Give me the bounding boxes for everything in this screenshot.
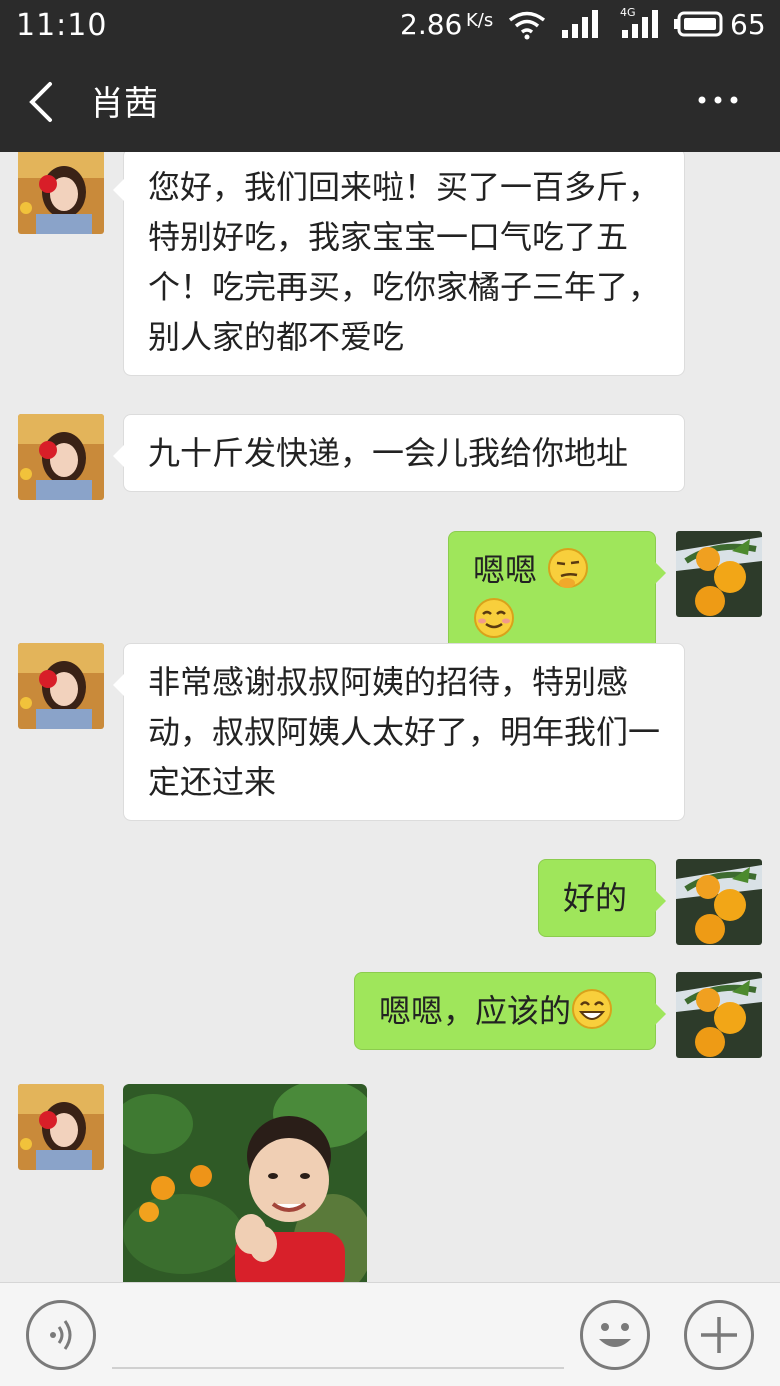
message-text: 好的 (563, 879, 628, 917)
more-functions-button[interactable] (684, 1300, 754, 1370)
chat-area[interactable]: 您好，我们回来啦！买了一百多斤，特别好吃，我家宝宝一口气吃了五个！吃完再买，吃你… (0, 152, 780, 1282)
chat-header: 肖茜 (0, 50, 780, 152)
message-text: 您好，我们回来啦！买了一百多斤，特别好吃，我家宝宝一口气吃了五个！吃完再买，吃你… (148, 168, 661, 356)
my-avatar[interactable] (676, 972, 762, 1058)
contact-avatar[interactable] (18, 414, 104, 500)
message-text: 嗯嗯，应该的 (379, 992, 572, 1030)
input-bar (0, 1282, 780, 1386)
contact-name: 肖茜 (90, 84, 158, 124)
message-input[interactable] (112, 1303, 564, 1369)
contact-avatar[interactable] (18, 643, 104, 729)
message-text: 嗯嗯 (473, 551, 538, 589)
blush-face-icon (474, 598, 514, 638)
voice-icon (50, 1320, 72, 1350)
message-text: 非常感谢叔叔阿姨的招待，特别感动，叔叔阿姨人太好了，明年我们一定还过来 (148, 663, 661, 801)
image-message[interactable] (123, 1084, 367, 1282)
wifi-icon (508, 11, 546, 40)
my-avatar[interactable] (676, 859, 762, 945)
signal-4g-icon (622, 10, 658, 38)
emoji-button[interactable] (580, 1300, 650, 1370)
smirk-face-icon (548, 548, 589, 588)
smiley-icon (599, 1323, 631, 1347)
my-message-bubble[interactable]: 好的 (538, 859, 666, 937)
grin-face-icon (572, 989, 613, 1029)
my-message-bubble[interactable]: 嗯嗯，应该的 (354, 972, 666, 1050)
message-bubble[interactable]: 非常感谢叔叔阿姨的招待，特别感动，叔叔阿姨人太好了，明年我们一定还过来 (113, 643, 685, 821)
battery-icon (674, 11, 723, 37)
message-bubble[interactable]: 您好，我们回来啦！买了一百多斤，特别好吃，我家宝宝一口气吃了五个！吃完再买，吃你… (113, 152, 685, 376)
contact-avatar[interactable] (18, 152, 104, 234)
plus-icon (701, 1317, 737, 1353)
more-options-icon[interactable] (696, 90, 740, 110)
status-time: 11:10 (16, 8, 108, 43)
voice-input-button[interactable] (26, 1300, 96, 1370)
signal-icon (562, 10, 598, 38)
network-speed-unit: K/s (466, 10, 494, 31)
contact-avatar[interactable] (18, 1084, 104, 1170)
message-bubble[interactable]: 九十斤发快递，一会儿我给你地址 (113, 414, 685, 492)
back-arrow-icon[interactable] (24, 80, 58, 124)
status-bar: 11:10 2.86 K/s 4G 65 (0, 0, 780, 50)
message-text: 九十斤发快递，一会儿我给你地址 (148, 434, 629, 472)
network-speed: 2.86 (400, 8, 463, 41)
battery-level: 65 (730, 8, 766, 41)
my-avatar[interactable] (676, 531, 762, 617)
my-message-bubble[interactable]: 嗯嗯 (448, 531, 666, 659)
